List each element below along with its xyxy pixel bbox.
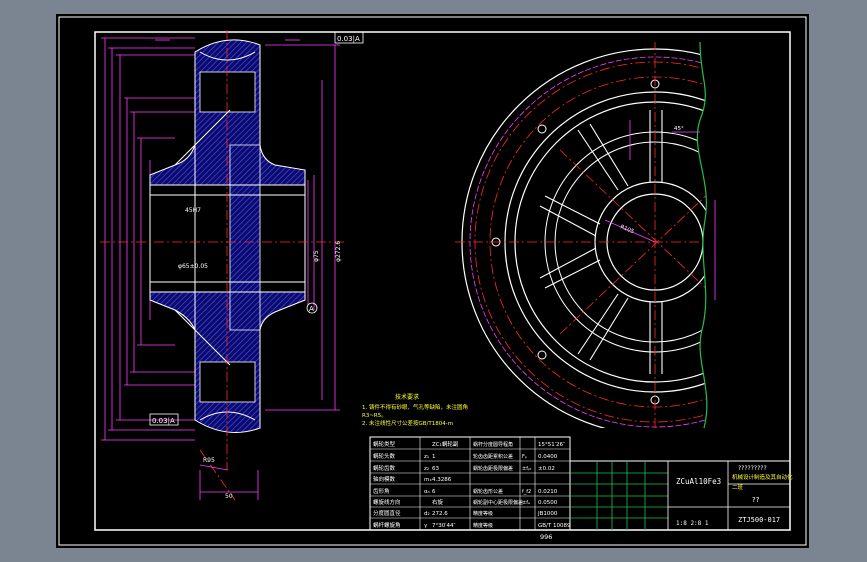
gear-table-cell-value2: JB1000 <box>537 511 558 517</box>
inner-label: φ65±0.05 <box>178 263 208 270</box>
gear-table-cell-label2: 蜗轮副中心距极限偏差 <box>473 499 523 506</box>
gear-table-cell-value: 6 <box>432 489 436 495</box>
table-below-value: 996 <box>540 533 552 541</box>
tolerance-frame-bottom: 0.03|A <box>152 417 175 425</box>
gear-table-cell-value2: ±0.02 <box>538 466 555 472</box>
datum-symbol: A <box>309 305 314 313</box>
gear-table-cell-label2: 精度等级 <box>473 522 493 529</box>
gear-table-cell-sym: d₂ <box>424 511 430 517</box>
gear-table-cell-sym2: ±fₚₜ <box>522 466 532 472</box>
gear-table-cell-value: ZC₁蜗轮副 <box>432 440 459 448</box>
gear-table-cell-value: 右旋 <box>432 498 444 506</box>
gear-table-cell-value2: GB/T 10089 <box>538 523 571 529</box>
gear-table-cell-label2: 轮齿齿距累积公差 <box>473 453 513 460</box>
gear-table-cell-label2: 蜗轮齿距极限偏差 <box>473 465 513 472</box>
gear-table-cell-label2: 蜗轮齿形公差 <box>473 488 503 495</box>
material-text: ZCuAl10Fe3 <box>676 477 721 486</box>
radius-dimension: R95 <box>203 457 215 464</box>
gear-table-cell-value2: 0.0500 <box>538 500 558 506</box>
gear-table-cell-label: 蜗杆螺旋角 <box>373 521 401 529</box>
gear-table-cell-value: 4.3286 <box>432 477 452 483</box>
hub-dimension: φ75 <box>313 250 320 262</box>
gear-table-cell-label: 齿形角 <box>373 487 390 495</box>
front-angle-label: 45° <box>674 126 684 132</box>
cad-viewport: 0.03|A 0.03|A A 45H7 φ65±0.05 50 φ272.6 … <box>0 0 867 562</box>
bore-label: 45H7 <box>185 207 201 214</box>
gear-table-cell-value: 63 <box>432 466 439 472</box>
gear-table-cell-value2: 0.0400 <box>538 454 558 460</box>
gear-table-cell-value: 7°30′44″ <box>432 523 456 529</box>
gear-table-cell-sym: z₁ <box>424 454 429 460</box>
tech-title: 技术要求 <box>395 393 419 401</box>
gear-table-cell-value: 272.6 <box>432 511 448 517</box>
gear-table-cell-label: 螺旋线方向 <box>373 498 401 506</box>
school-placeholder: ????????? <box>738 465 767 472</box>
drawing-number: ZTJ500-017 <box>738 516 780 524</box>
gear-table-cell-label: 蜗轮齿数 <box>373 464 396 472</box>
gear-table-cell-label2: 精度等级 <box>473 510 493 517</box>
tech-item-3: 2. 未注线性尺寸公差按GB/T1804-m <box>362 419 453 427</box>
gear-table-cell-label: 蜗轮类型 <box>373 440 396 448</box>
gear-table-cell-label: 分度圆直径 <box>373 509 401 517</box>
gear-table-cell-value2: 0.0210 <box>538 489 558 495</box>
scale-row: 1:8 2:8 1 <box>676 520 709 527</box>
tech-item-1: 1. 铸件不得有砂眼、气孔等缺陷，未注圆角 <box>362 403 468 411</box>
gear-table-cell-sym2: ±fₐ <box>522 500 530 506</box>
gear-table-cell-sym2: Fₚ <box>522 454 527 460</box>
tolerance-frame-top: 0.03|A <box>337 35 360 43</box>
gear-table-cell-label: 轴向模数 <box>373 475 396 483</box>
gear-table-cell-sym2: f_f2 <box>522 489 531 495</box>
tech-item-2: R3~R5。 <box>362 413 387 419</box>
gear-table-cell-value2: 15°51′26″ <box>538 442 565 448</box>
gear-table-cell-sym: αₙ <box>424 489 430 495</box>
bottom-dimension: 50 <box>225 493 233 500</box>
gear-table-cell-label2: 蜗杆分度圆导程角 <box>473 441 513 448</box>
right-dimension: φ272.6 <box>335 241 342 262</box>
class-label: 二班 <box>732 483 744 491</box>
gear-table-cell-label: 蜗轮头数 <box>373 452 396 460</box>
school-name: 机械设计制造及其自动化 <box>732 473 793 481</box>
gear-table-cell-value: 1 <box>432 454 436 460</box>
gear-table-cell-sym: z₂ <box>424 466 429 472</box>
sheet-mark: ?? <box>752 496 760 504</box>
